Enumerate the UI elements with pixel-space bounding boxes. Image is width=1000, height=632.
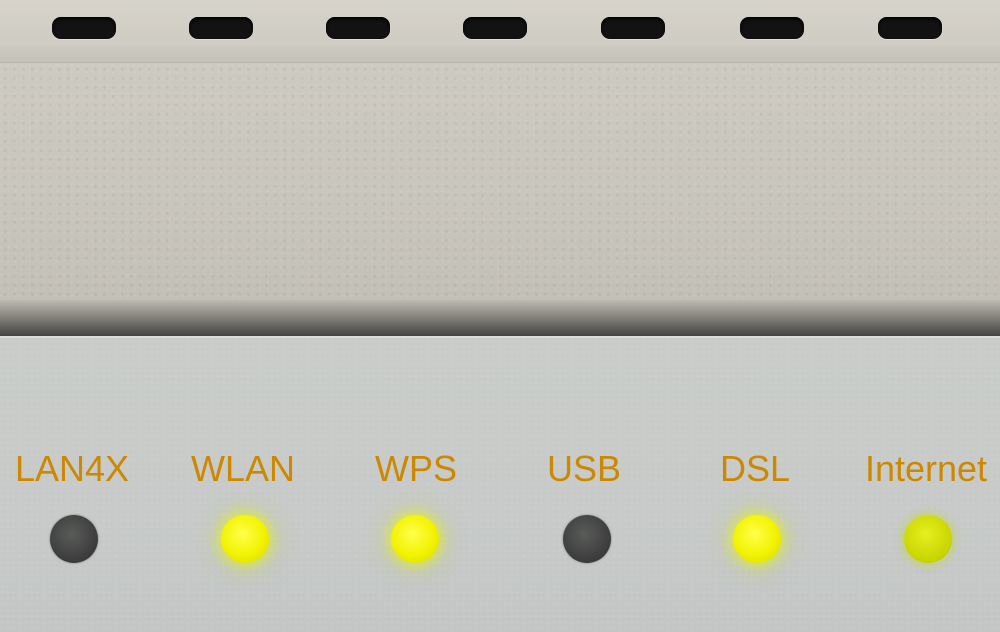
indicator-label-lan4x: LAN4X [14,448,130,489]
led-dsl-icon [733,515,781,563]
panel-ledge-shadow [0,300,1000,338]
led-wps-icon [391,515,439,563]
vent-slot [878,17,942,39]
led-internet-icon [904,515,952,563]
led-front-panel: LAN4X WLAN WPS USB DSL Internet [0,336,1000,632]
vent-slot [740,17,804,39]
device-top-strip [0,0,1000,63]
indicator-label-dsl: DSL [719,448,791,489]
indicator-label-wlan: WLAN [190,448,296,489]
vent-slot [601,17,665,39]
device-upper-panel [0,63,1000,310]
led-wlan-icon [221,515,269,563]
vent-slot [189,17,253,39]
indicator-label-usb: USB [546,448,622,489]
vent-slot [52,17,116,39]
indicator-label-internet: Internet [864,448,988,489]
vent-slot [463,17,527,39]
led-usb-icon [563,515,611,563]
indicator-label-wps: WPS [374,448,458,489]
vent-slot [326,17,390,39]
led-lan4x-icon [50,515,98,563]
